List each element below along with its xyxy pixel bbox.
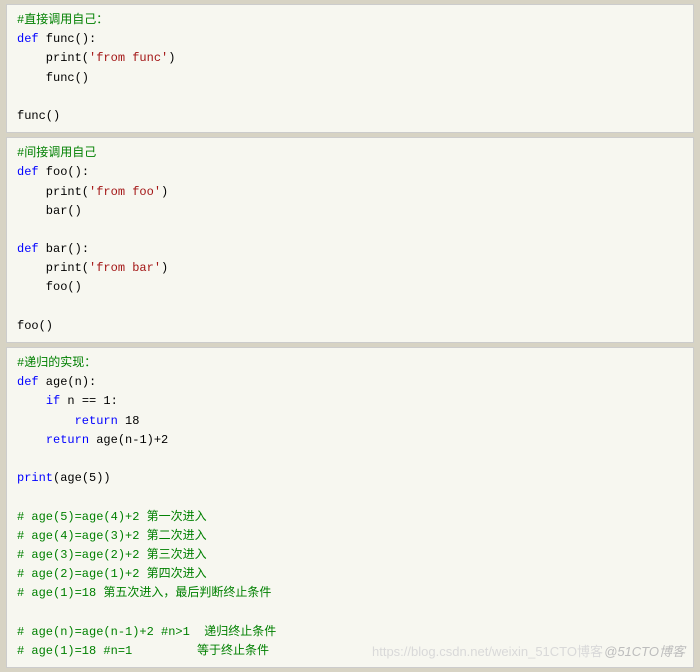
code-text: print( [17,261,89,275]
comment-line: # age(1)=18 第五次进入，最后判断终止条件 [17,586,271,600]
code-text: func() [17,71,89,85]
keyword-return: return [75,414,118,428]
code-text: func() [17,109,60,123]
code-text: (age(5)) [53,471,111,485]
code-text: bar() [17,204,82,218]
keyword-def: def [17,165,39,179]
keyword-def: def [17,375,39,389]
keyword-print: print [17,471,53,485]
code-text: n == 1: [60,394,118,408]
watermark-text: @51CTO博客 [604,642,685,663]
keyword-def: def [17,32,39,46]
code-text: ) [161,261,168,275]
comment-line: # age(2)=age(1)+2 第四次进入 [17,567,207,581]
string-literal: 'from foo' [89,185,161,199]
comment-line: # age(3)=age(2)+2 第三次进入 [17,548,207,562]
code-text: ) [168,51,175,65]
code-text [17,394,46,408]
string-literal: 'from func' [89,51,168,65]
code-text: print( [17,51,89,65]
code-text: print( [17,185,89,199]
code-text: foo() [17,319,53,333]
code-block-3: #递归的实现： def age(n): if n == 1: return 18… [6,347,694,668]
comment-line: # age(1)=18 #n=1 等于终止条件 [17,644,269,658]
code-text: foo(): [39,165,89,179]
code-text [17,433,46,447]
string-literal: 'from bar' [89,261,161,275]
comment-line: #间接调用自己 [17,146,96,160]
comment-line: # age(n)=age(n-1)+2 #n>1 递归终止条件 [17,625,276,639]
code-text [17,414,75,428]
code-text: ) [161,185,168,199]
comment-line: # age(5)=age(4)+2 第一次进入 [17,510,207,524]
keyword-if: if [46,394,60,408]
code-block-2: #间接调用自己 def foo(): print('from foo') bar… [6,137,694,343]
code-text: 18 [118,414,140,428]
keyword-return: return [46,433,89,447]
code-text: func(): [39,32,97,46]
code-text: age(n): [39,375,97,389]
code-text: age(n-1)+2 [89,433,168,447]
comment-line: #直接调用自己： [17,13,108,27]
code-text: foo() [17,280,82,294]
code-text: bar(): [39,242,89,256]
keyword-def: def [17,242,39,256]
comment-line: #递归的实现： [17,356,96,370]
comment-line: # age(4)=age(3)+2 第二次进入 [17,529,207,543]
code-block-1: #直接调用自己： def func(): print('from func') … [6,4,694,133]
watermark-url: https://blog.csdn.net/weixin_51CTO博客 [372,642,603,663]
